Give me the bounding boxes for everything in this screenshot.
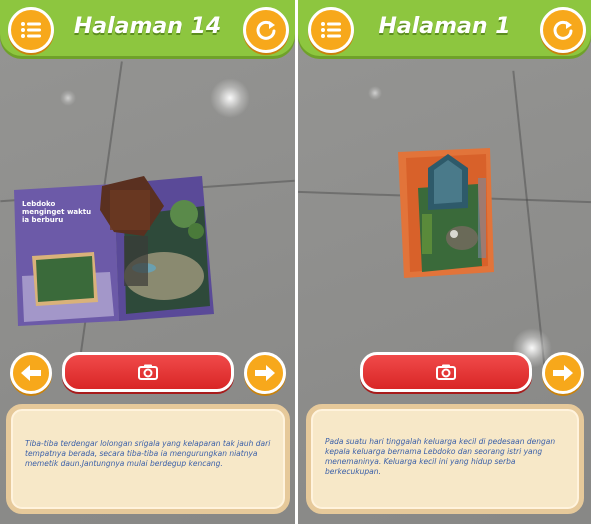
light-glare xyxy=(60,90,76,106)
floor-tile-line xyxy=(512,70,546,370)
storybook: Lebdoko menginget waktu ia berburu xyxy=(14,176,214,326)
arrow-left-icon xyxy=(21,365,41,381)
story-textbox: Tiba-tiba terdengar lolongan srigala yan… xyxy=(6,404,290,514)
storybook-illustration xyxy=(14,176,214,326)
camera-icon xyxy=(436,364,456,380)
arrow-right-icon xyxy=(553,365,573,381)
light-glare xyxy=(368,86,382,100)
storybook xyxy=(398,148,494,278)
refresh-button[interactable] xyxy=(540,7,586,53)
menu-button[interactable] xyxy=(308,7,354,53)
menu-button[interactable] xyxy=(8,7,54,53)
story-text: Tiba-tiba terdengar lolongan srigala yan… xyxy=(25,439,271,468)
menu-list-icon xyxy=(321,22,341,38)
capture-button[interactable] xyxy=(360,352,532,392)
refresh-icon xyxy=(256,20,276,40)
ar-panel-page-1: Halaman 1 Pada suatu hari tinggalah kelu… xyxy=(298,0,591,524)
refresh-button[interactable] xyxy=(243,7,289,53)
ar-panel-page-14: Lebdoko menginget waktu ia berburu Halam… xyxy=(0,0,295,524)
top-bar: Halaman 1 xyxy=(298,0,591,56)
camera-view: Halaman 1 Pada suatu hari tinggalah kelu… xyxy=(298,0,591,524)
camera-icon xyxy=(138,364,158,380)
light-glare xyxy=(210,78,250,118)
story-text: Pada suatu hari tinggalah keluarga kecil… xyxy=(325,437,556,476)
camera-view: Lebdoko menginget waktu ia berburu Halam… xyxy=(0,0,295,524)
arrow-right-icon xyxy=(255,365,275,381)
book-heading: Lebdoko menginget waktu ia berburu xyxy=(22,200,92,224)
next-page-button[interactable] xyxy=(542,352,584,394)
menu-list-icon xyxy=(21,22,41,38)
next-page-button[interactable] xyxy=(244,352,286,394)
story-textbox: Pada suatu hari tinggalah keluarga kecil… xyxy=(306,404,584,514)
storybook-illustration xyxy=(398,148,494,278)
capture-button[interactable] xyxy=(62,352,234,392)
previous-page-button[interactable] xyxy=(10,352,52,394)
top-bar: Halaman 14 xyxy=(0,0,295,56)
refresh-icon xyxy=(553,20,573,40)
